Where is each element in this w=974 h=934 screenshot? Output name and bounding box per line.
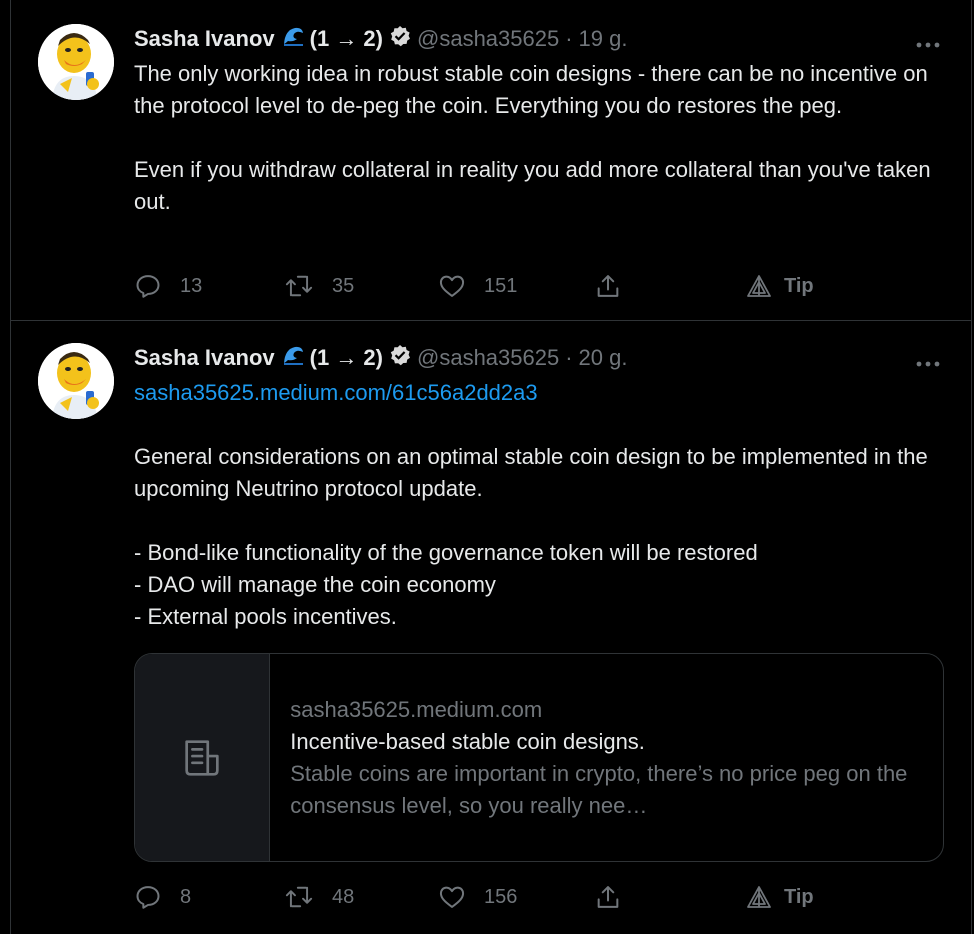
reply-button[interactable]: 8 <box>134 877 191 917</box>
tweet-header: Sasha Ivanov (1 → 2) @sasha35625 · 19 g. <box>134 24 627 54</box>
card-thumbnail <box>135 654 271 861</box>
share-button[interactable] <box>594 266 622 306</box>
tip-icon <box>747 275 771 297</box>
tweet-header: Sasha Ivanov (1 → 2) @sasha35625 · 20 g. <box>134 343 627 373</box>
like-count: 151 <box>484 274 518 297</box>
timeline: Sasha Ivanov (1 → 2) @sasha35625 · 19 g. <box>10 0 972 934</box>
more-icon[interactable] <box>915 36 941 48</box>
share-icon <box>597 886 619 908</box>
card-title: Incentive-based stable coin designs. <box>290 728 645 754</box>
verified-icon <box>389 344 411 372</box>
card-text: sasha35625.medium.com Incentive-based st… <box>270 654 943 861</box>
author-ranking: (1 → 2) <box>309 345 383 370</box>
author-name[interactable]: Sasha Ivanov <box>134 345 275 371</box>
link-preview-card[interactable]: sasha35625.medium.com Incentive-based st… <box>134 653 944 862</box>
retweet-count: 35 <box>332 274 355 297</box>
tweet-text: General considerations on an optimal sta… <box>134 444 928 629</box>
article-icon <box>185 739 219 776</box>
tip-button[interactable]: Tip <box>746 266 814 306</box>
like-count: 156 <box>484 885 518 908</box>
tip-button[interactable]: Tip <box>746 877 814 917</box>
like-icon <box>439 886 465 908</box>
share-button[interactable] <box>594 877 622 917</box>
share-icon <box>597 275 619 297</box>
avatar[interactable] <box>38 343 114 419</box>
avatar[interactable] <box>38 24 114 100</box>
separator-dot: · <box>565 345 573 370</box>
author-handle[interactable]: @sasha35625 <box>417 345 559 371</box>
card-domain: sasha35625.medium.com <box>290 696 543 722</box>
author-name[interactable]: Sasha Ivanov <box>134 26 275 52</box>
card-description: Stable coins are important in crypto, th… <box>290 760 908 818</box>
retweet-icon <box>285 275 313 297</box>
retweet-button[interactable]: 48 <box>284 877 354 917</box>
reply-count: 13 <box>180 274 203 297</box>
like-button[interactable]: 151 <box>438 266 517 306</box>
tweet-actions: 8 48 156 Tip <box>134 877 954 917</box>
reply-button[interactable]: 13 <box>134 266 202 306</box>
tip-label: Tip <box>784 274 814 297</box>
tweet-text: The only working idea in robust stable c… <box>134 61 931 214</box>
reply-icon <box>136 886 160 909</box>
retweet-button[interactable]: 35 <box>284 266 354 306</box>
wave-icon <box>282 25 304 53</box>
tweet-link[interactable]: sasha35625.medium.com/61c56a2dd2a3 <box>134 377 538 409</box>
retweet-icon <box>285 886 313 908</box>
tip-label: Tip <box>784 885 814 908</box>
author-ranking: (1 → 2) <box>309 26 383 51</box>
reply-count: 8 <box>180 885 192 908</box>
retweet-count: 48 <box>332 885 355 908</box>
reply-icon <box>136 275 160 298</box>
tweet-actions: 13 35 151 Tip <box>134 266 954 306</box>
tweet[interactable]: Sasha Ivanov (1 → 2) @sasha35625 · 19 g. <box>11 0 971 321</box>
more-icon[interactable] <box>915 355 941 367</box>
tweet-timestamp[interactable]: 20 g. <box>579 345 628 371</box>
wave-icon <box>282 344 304 372</box>
like-button[interactable]: 156 <box>438 877 517 917</box>
tweet-timestamp[interactable]: 19 g. <box>579 26 628 52</box>
author-handle[interactable]: @sasha35625 <box>417 26 559 52</box>
tweet[interactable]: Sasha Ivanov (1 → 2) @sasha35625 · 20 g. <box>11 321 971 934</box>
separator-dot: · <box>565 26 573 51</box>
verified-icon <box>389 25 411 53</box>
like-icon <box>439 275 465 297</box>
tip-icon <box>747 886 771 908</box>
